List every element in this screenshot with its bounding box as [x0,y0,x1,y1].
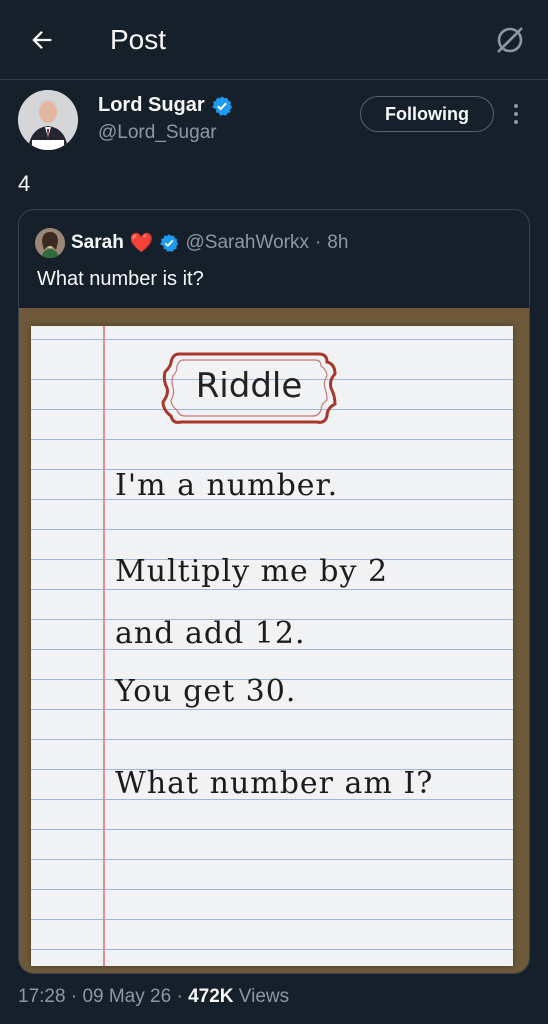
verified-badge-icon [211,95,232,116]
page-title: Post [110,24,167,55]
verified-badge-icon [160,234,179,252]
riddle-photo[interactable]: Riddle I'm a number. Multiply me by 2 an… [19,308,529,973]
separator-dot: · [314,232,322,253]
back-button[interactable] [24,22,60,58]
riddle-line: Multiply me by 2 [115,554,389,589]
views-label: Views [238,986,290,1007]
author-avatar[interactable] [18,90,78,150]
author-name[interactable]: Lord Sugar [98,94,205,117]
riddle-line: and add 12. [115,616,306,651]
quoted-header: Sarah ❤️ @SarahWorkx · 8h [35,228,348,258]
grok-icon [497,27,523,53]
views-count[interactable]: 472K [188,986,233,1007]
more-dot-icon [514,112,518,116]
riddle-title: Riddle [195,366,303,406]
quoted-avatar-image [35,228,65,258]
riddle-line: What number am I? [115,766,434,801]
post-author: Lord Sugar @Lord_Sugar Following [18,90,530,154]
quoted-author-handle: @SarahWorkx [185,232,309,253]
grok-button[interactable] [490,20,530,60]
author-handle[interactable]: @Lord_Sugar [98,122,217,144]
riddle-line: I'm a number. [115,468,339,503]
post-time: 17:28 [18,986,66,1007]
post-text: 4 [18,171,31,196]
quoted-text: What number is it? [37,268,204,290]
post-date: 09 May 26 [82,986,172,1007]
lined-paper: Riddle I'm a number. Multiply me by 2 an… [31,326,513,966]
top-bar: Post [0,0,548,80]
riddle-line: You get 30. [115,674,297,709]
author-name-row: Lord Sugar [98,94,233,117]
more-options-button[interactable] [504,98,528,130]
separator-dot: · [70,986,78,1007]
separator-dot: · [176,986,183,1007]
heart-emoji: ❤️ [129,233,154,254]
avatar-image [18,90,78,150]
more-dot-icon [514,120,518,124]
quoted-avatar [35,228,65,258]
post-meta: 17:28 · 09 May 26 · 472K Views [18,986,289,1008]
following-button[interactable]: Following [360,96,494,132]
quoted-post[interactable]: Sarah ❤️ @SarahWorkx · 8h What number is… [18,209,530,974]
more-dot-icon [514,104,518,108]
quoted-timestamp: 8h [327,232,349,253]
paper-margin-line [103,326,105,966]
quoted-author-name[interactable]: Sarah [71,232,124,254]
arrow-left-icon [32,31,52,49]
